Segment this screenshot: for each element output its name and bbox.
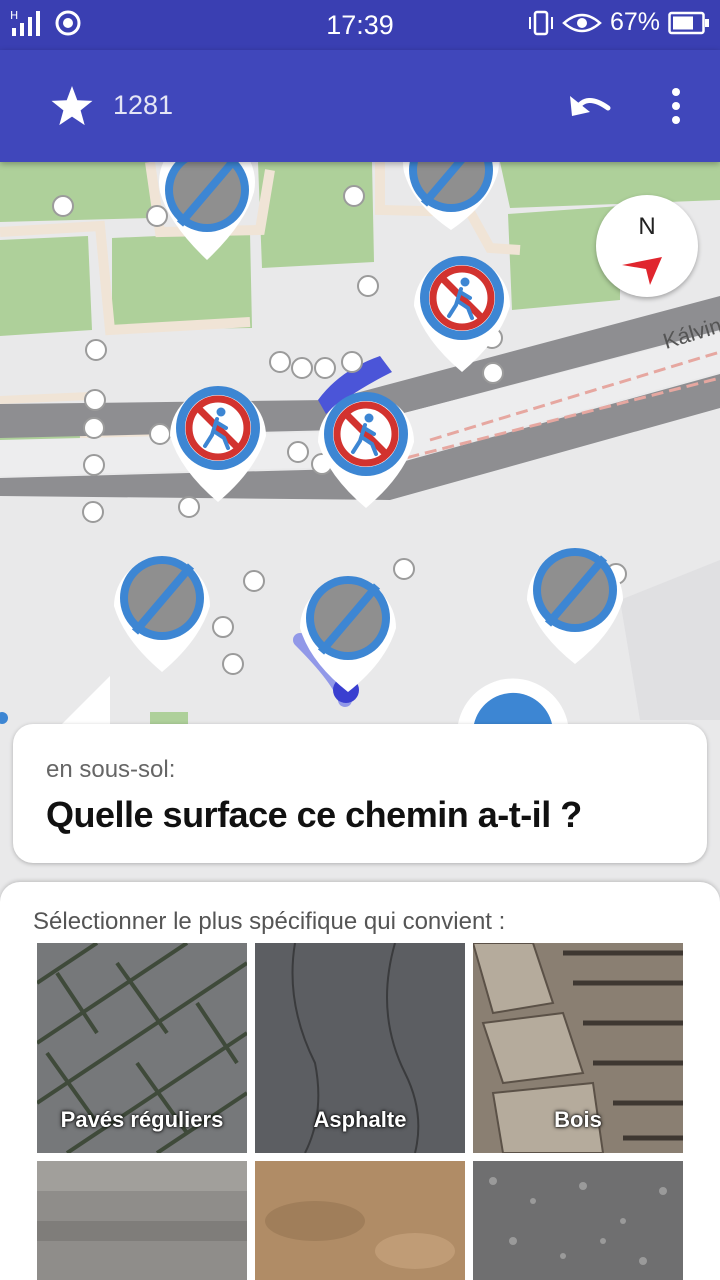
quest-question: Quelle surface ce chemin a-t-il ? — [46, 794, 582, 835]
answer-option-label: Bois — [554, 1107, 602, 1132]
answer-option-wood[interactable]: Bois — [473, 943, 683, 1153]
gravel-image — [473, 1161, 683, 1280]
quest-subtitle: en sous-sol: — [46, 756, 176, 783]
status-right: 67% — [528, 8, 710, 37]
answer-option-concrete[interactable] — [37, 1161, 247, 1280]
more-options-icon[interactable] — [660, 80, 692, 132]
battery-icon — [668, 11, 709, 34]
answer-option-asphalt[interactable]: Asphalte — [255, 943, 465, 1153]
bubble-tail — [60, 676, 110, 726]
answer-option-gravel[interactable] — [473, 1161, 683, 1280]
star-icon[interactable] — [50, 84, 94, 128]
compass-arrow-icon — [622, 257, 662, 285]
dirt-image — [255, 1161, 465, 1280]
answer-panel: Sélectionner le plus spécifique qui conv… — [0, 882, 720, 1280]
answer-option-paving-stones[interactable]: Pavés réguliers — [37, 943, 247, 1153]
answer-hint: Sélectionner le plus spécifique qui conv… — [33, 908, 506, 935]
answer-count[interactable]: 1281 — [113, 90, 173, 121]
answer-option-dirt[interactable] — [255, 1161, 465, 1280]
concrete-image — [37, 1161, 247, 1280]
undo-icon[interactable] — [566, 86, 616, 126]
answer-option-label: Asphalte — [313, 1107, 407, 1132]
eye-icon — [562, 13, 602, 32]
vibrate-icon — [528, 10, 553, 35]
status-bar: H 17:39 67% — [0, 0, 720, 50]
battery-percent: 67% — [609, 8, 660, 36]
app-bar: 1281 — [0, 50, 720, 162]
compass-button[interactable]: N — [596, 195, 698, 297]
answer-option-label: Pavés réguliers — [60, 1107, 224, 1132]
quest-bubble: en sous-sol: Quelle surface ce chemin a-… — [13, 724, 707, 863]
